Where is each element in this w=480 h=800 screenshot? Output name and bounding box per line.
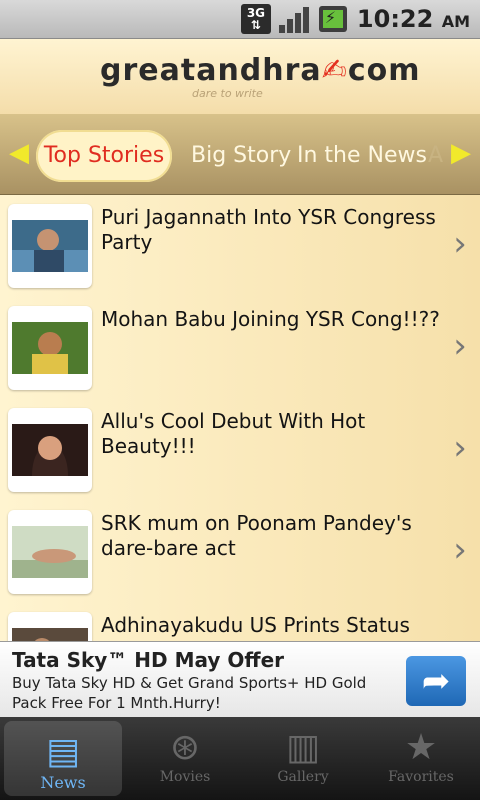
scroll-left-arrow-icon[interactable]: ◀: [2, 138, 36, 168]
tab-top-stories[interactable]: Top Stories: [36, 130, 172, 182]
data-arrows-icon: ⇅: [250, 18, 261, 32]
story-list: Puri Jagannath Into YSR Congress Party ›…: [0, 195, 480, 641]
story-title: SRK mum on Poonam Pandey's dare-bare act: [101, 511, 412, 560]
pen-logo-icon: ✍: [321, 53, 348, 88]
nav-movies[interactable]: ⊛ Movies: [126, 717, 244, 800]
story-photo: [12, 526, 88, 578]
category-tab-bar: ◀ Top Stories Big Story In the News A ▶: [0, 114, 480, 196]
story-photo: [12, 322, 88, 374]
share-arrow-icon: ➦: [421, 661, 451, 701]
story-item[interactable]: SRK mum on Poonam Pandey's dare-bare act…: [0, 501, 480, 604]
chevron-right-icon: ›: [453, 530, 467, 570]
nav-news[interactable]: ▤ News: [4, 721, 122, 796]
story-thumbnail: [8, 612, 92, 641]
clock: 10:22 AM: [357, 5, 470, 33]
nav-label: Gallery: [277, 769, 329, 785]
ad-banner[interactable]: Tata Sky™ HD May Offer Buy Tata Sky HD &…: [0, 641, 480, 718]
news-icon: ▤: [45, 731, 81, 772]
story-thumbnail: [8, 204, 92, 288]
favorites-icon: ★: [404, 727, 438, 768]
chevron-right-icon: ›: [453, 428, 467, 468]
story-item[interactable]: Mohan Babu Joining YSR Cong!!?? ›: [0, 297, 480, 400]
nav-label: Favorites: [388, 769, 454, 785]
ad-open-button[interactable]: ➦: [406, 656, 466, 706]
logo-text: greatandhra: [100, 53, 322, 88]
story-thumbnail: [8, 510, 92, 594]
movies-icon: ⊛: [169, 727, 201, 768]
battery-charging-icon: [318, 6, 347, 32]
tab-next-partial[interactable]: A: [428, 130, 443, 182]
story-title: Adhinayakudu US Prints Status: [101, 613, 410, 637]
site-logo: greatandhra✍com: [100, 53, 420, 88]
tab-big-story[interactable]: Big Story: [191, 130, 291, 182]
story-title: Mohan Babu Joining YSR Cong!!??: [101, 307, 440, 331]
app-header: greatandhra✍com dare to write: [0, 39, 480, 115]
logo-suffix: com: [347, 53, 421, 88]
nav-gallery[interactable]: ▥ Gallery: [244, 717, 362, 800]
chevron-right-icon: ›: [453, 326, 467, 366]
story-photo: [12, 220, 88, 272]
story-item[interactable]: Adhinayakudu US Prints Status ›: [0, 603, 480, 641]
story-item[interactable]: Allu's Cool Debut With Hot Beauty!!! ›: [0, 399, 480, 502]
bottom-nav: ▤ News ⊛ Movies ▥ Gallery ★ Favorites: [0, 717, 480, 800]
status-icons: 3G ⇅ 10:22 AM: [240, 4, 470, 34]
ad-title: Tata Sky™ HD May Offer: [12, 648, 285, 672]
story-item[interactable]: Puri Jagannath Into YSR Congress Party ›: [0, 195, 480, 298]
signal-icon: [278, 5, 311, 33]
nav-label: Movies: [159, 769, 211, 785]
story-photo: [12, 628, 88, 641]
logo-tagline: dare to write: [192, 87, 263, 100]
gallery-icon: ▥: [285, 727, 321, 768]
story-title: Allu's Cool Debut With Hot Beauty!!!: [101, 409, 366, 458]
tab-in-the-news[interactable]: In the News: [297, 130, 427, 182]
scroll-right-arrow-icon[interactable]: ▶: [444, 138, 478, 168]
clock-ampm: AM: [441, 12, 470, 31]
nav-favorites[interactable]: ★ Favorites: [362, 717, 480, 800]
network-3g-icon: 3G ⇅: [240, 4, 271, 34]
story-title: Puri Jagannath Into YSR Congress Party: [101, 205, 436, 254]
chevron-right-icon: ›: [453, 224, 467, 264]
story-photo: [12, 424, 88, 476]
clock-time: 10:22: [356, 5, 434, 33]
ad-body: Buy Tata Sky HD & Get Grand Sports+ HD G…: [12, 674, 367, 712]
nav-label: News: [40, 773, 86, 792]
story-thumbnail: [8, 408, 92, 492]
status-bar: 3G ⇅ 10:22 AM: [0, 0, 480, 39]
story-thumbnail: [8, 306, 92, 390]
